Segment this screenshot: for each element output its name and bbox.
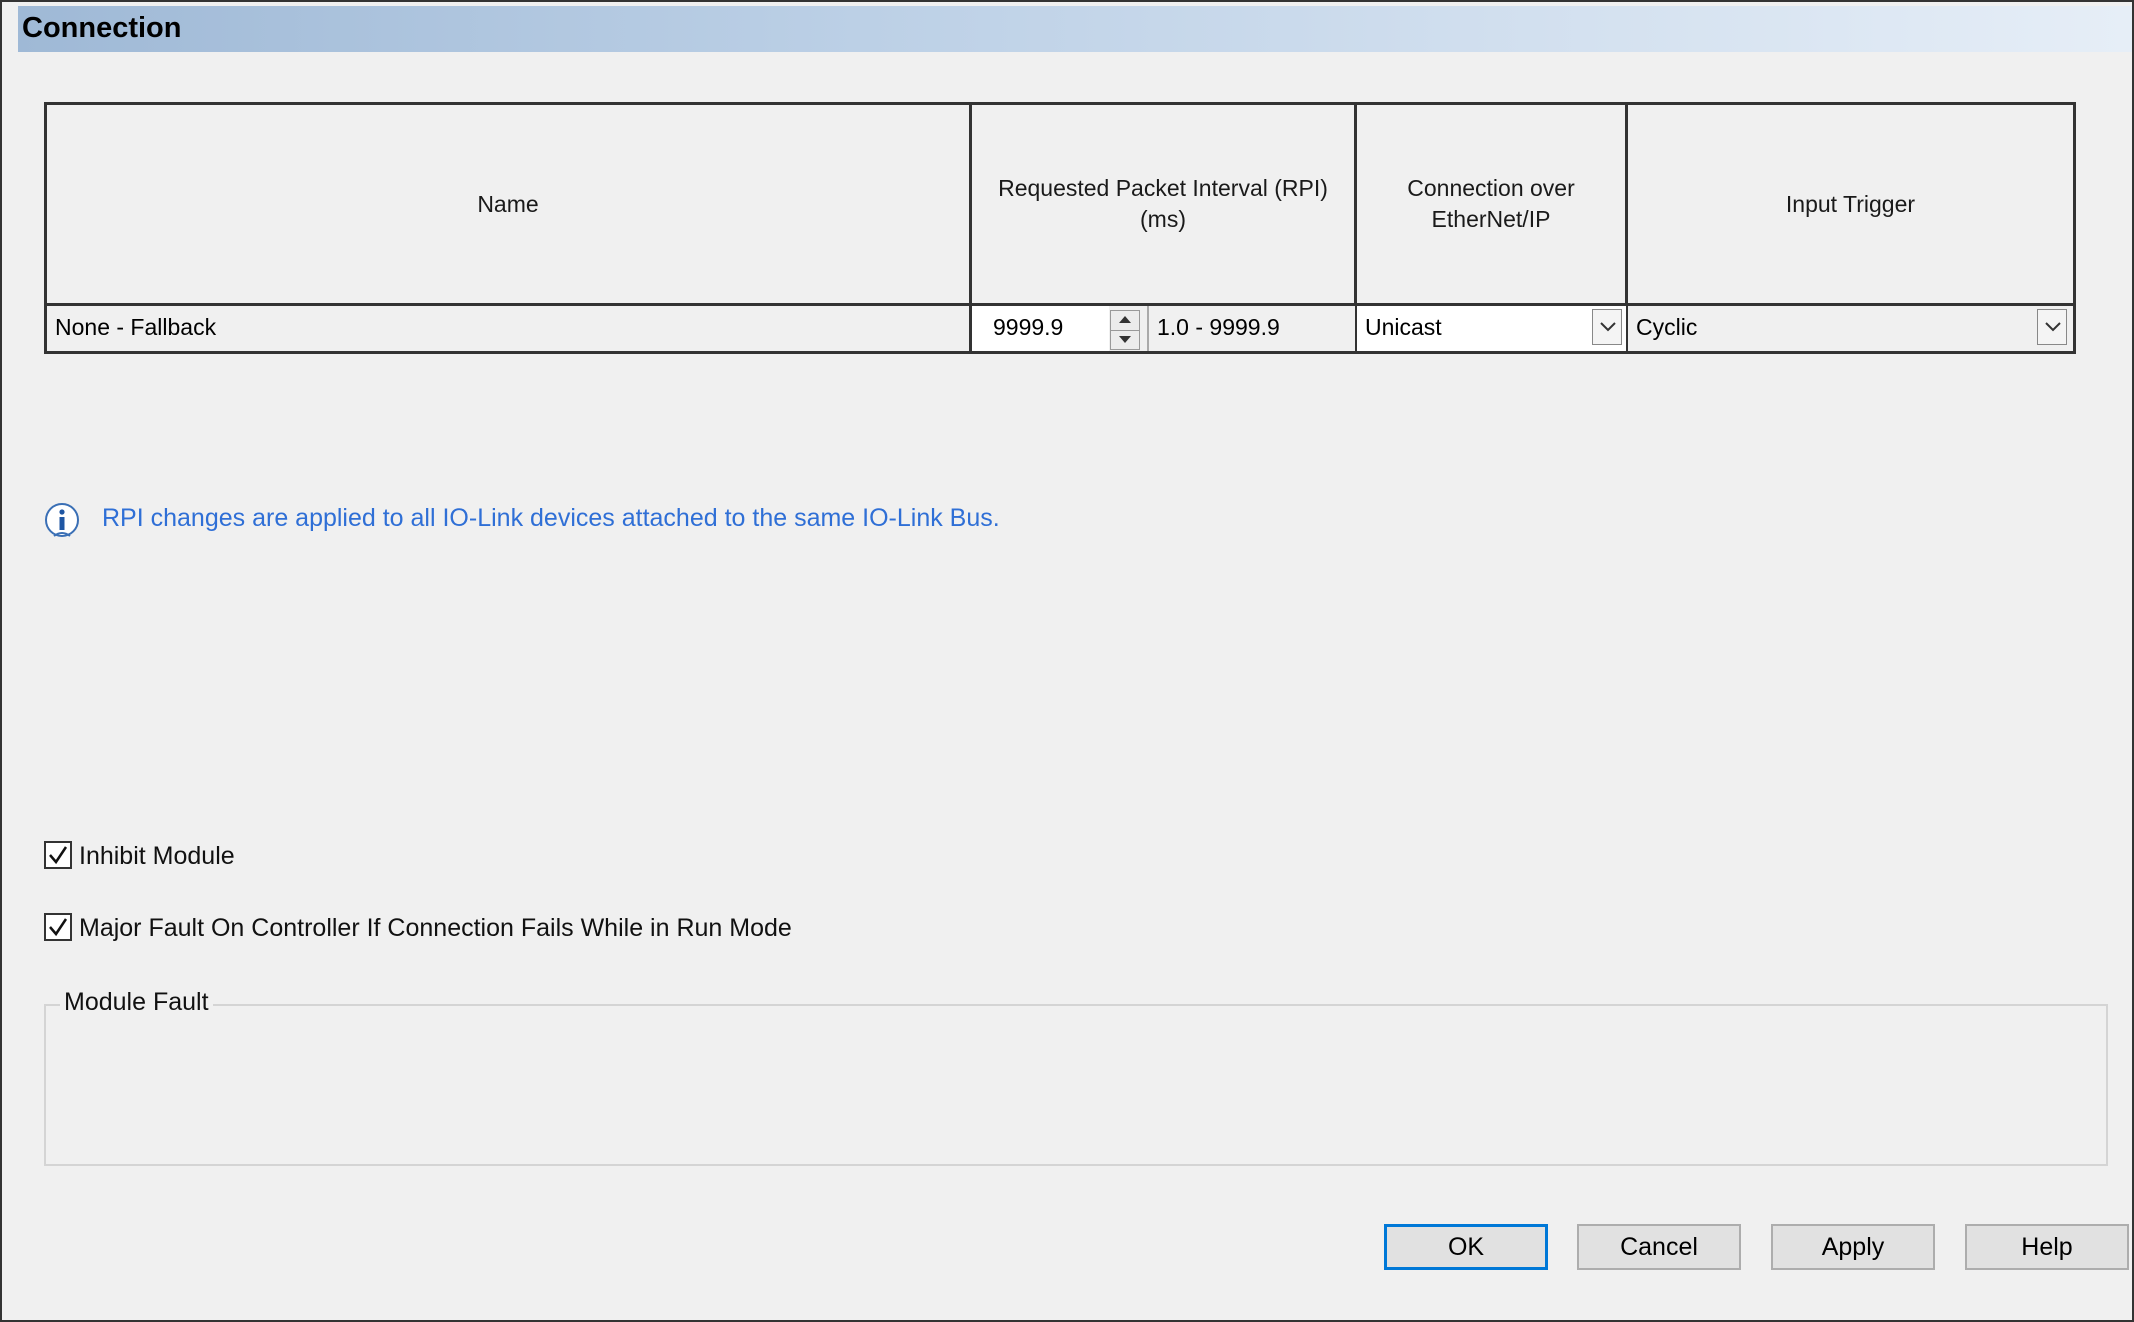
spin-down-icon (1119, 336, 1131, 343)
major-fault-label[interactable]: Major Fault On Controller If Connection … (79, 914, 792, 943)
info-message: RPI changes are applied to all IO-Link d… (102, 504, 1000, 532)
chevron-down-icon (2045, 322, 2061, 332)
rpi-input[interactable]: 9999.9 (972, 306, 1109, 351)
rpi-value: 9999.9 (993, 314, 1064, 340)
header-rpi-line1: Requested Packet Interval (RPI) (998, 175, 1328, 201)
connection-value: Unicast (1365, 314, 1442, 340)
help-button[interactable]: Help (1965, 1224, 2129, 1270)
chevron-down-icon (1600, 322, 1616, 332)
connection-dialog: Connection Name Requested Packet Interva… (0, 0, 2134, 1322)
section-title: Connection (22, 12, 182, 44)
ok-button[interactable]: OK (1384, 1224, 1548, 1270)
module-fault-group: Module Fault (44, 988, 2108, 1166)
input-trigger-select[interactable]: Cyclic (1628, 306, 2073, 351)
spin-up-icon (1119, 316, 1131, 323)
connection-table: Name Requested Packet Interval (RPI) (ms… (44, 102, 2076, 354)
header-rpi: Requested Packet Interval (RPI) (ms) (972, 105, 1357, 306)
header-input-trigger: Input Trigger (1628, 105, 2073, 306)
header-rpi-line2: (ms) (1140, 206, 1186, 232)
inhibit-module-checkbox[interactable] (44, 841, 72, 869)
rpi-range: 1.0 - 9999.9 (1157, 314, 1280, 340)
cancel-button[interactable]: Cancel (1577, 1224, 1741, 1270)
checkmark-icon (49, 846, 68, 865)
row-name-text: None - Fallback (55, 314, 217, 340)
input-trigger-value: Cyclic (1636, 314, 1698, 340)
connection-dropdown-button[interactable] (1592, 309, 1622, 345)
section-title-bar: Connection (18, 6, 2132, 52)
header-connection: Connection over EtherNet/IP (1357, 105, 1628, 306)
rpi-range-cell: 1.0 - 9999.9 (1147, 306, 1357, 351)
inhibit-module-label[interactable]: Inhibit Module (79, 842, 235, 871)
major-fault-checkbox[interactable] (44, 913, 72, 941)
header-connection-line2: EtherNet/IP (1431, 206, 1551, 232)
module-fault-legend: Module Fault (60, 988, 213, 1017)
table-row-name[interactable]: None - Fallback (47, 306, 972, 351)
header-name: Name (47, 105, 972, 306)
rpi-spinner[interactable] (1110, 310, 1140, 350)
info-icon (45, 503, 79, 537)
connection-select[interactable]: Unicast (1357, 306, 1628, 351)
checkmark-icon (49, 918, 68, 937)
input-trigger-dropdown-button[interactable] (2037, 309, 2067, 345)
header-connection-line1: Connection over (1407, 175, 1575, 201)
apply-button[interactable]: Apply (1771, 1224, 1935, 1270)
spin-up-button[interactable] (1111, 311, 1139, 331)
spin-down-button[interactable] (1111, 330, 1139, 349)
